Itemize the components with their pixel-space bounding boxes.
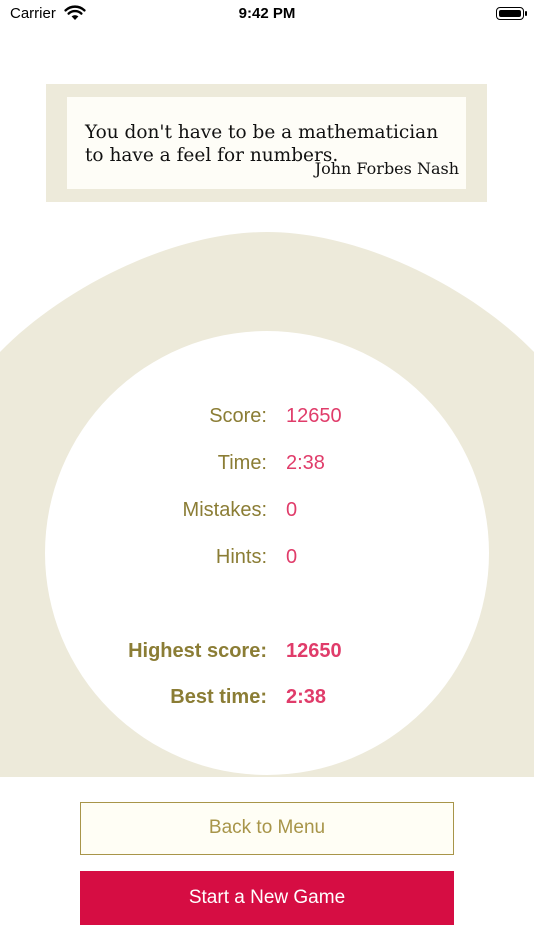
time-value: 2:38	[286, 452, 325, 474]
hints-label: Hints:	[215, 546, 267, 568]
highest-score-label: Highest score:	[128, 640, 267, 662]
new-game-button[interactable]: Start a New Game	[80, 871, 454, 925]
best-time-value: 2:38	[286, 686, 327, 708]
best-time-label: Best time:	[170, 686, 267, 708]
score-label: Score:	[209, 405, 267, 427]
hints-value: 0	[286, 546, 298, 568]
score-value: 12650	[286, 405, 342, 427]
back-to-menu-button[interactable]: Back to Menu	[80, 802, 454, 855]
time-label: Time:	[217, 452, 267, 474]
mistakes-value: 0	[286, 499, 298, 521]
mistakes-label: Mistakes:	[182, 499, 267, 521]
highest-score-value: 12650	[286, 640, 342, 662]
